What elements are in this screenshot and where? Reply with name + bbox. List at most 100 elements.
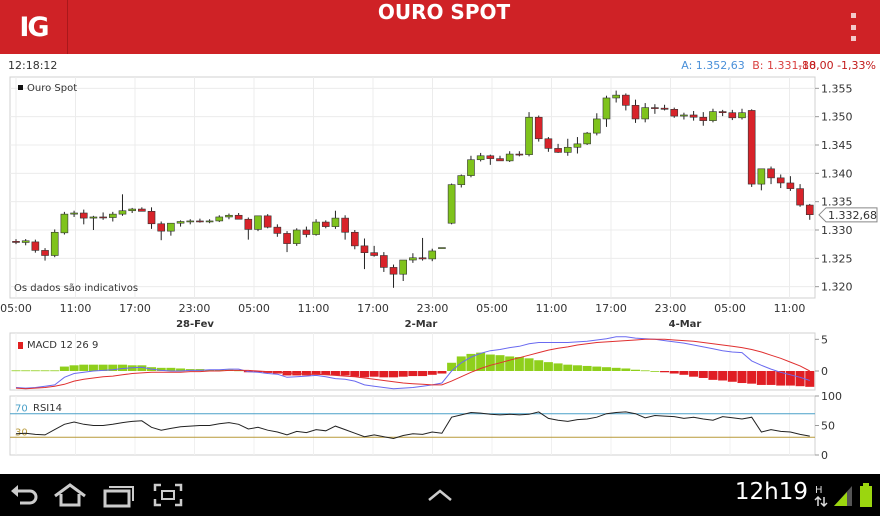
macd-histogram-bar (350, 371, 360, 377)
candle (747, 110, 756, 185)
candle (660, 107, 669, 110)
macd-histogram-bar (534, 360, 544, 371)
macd-histogram-bar (79, 364, 89, 371)
rsi-tick-label: 0 (821, 449, 828, 462)
macd-histogram-bar (689, 371, 699, 377)
candle (128, 208, 136, 212)
macd-legend: MACD 12 26 9 (18, 340, 98, 351)
x-tick-label: 23:00 (417, 302, 449, 315)
svg-text:H: H (815, 485, 823, 496)
candle (12, 241, 20, 243)
candle (273, 226, 282, 234)
macd-histogram-bar (660, 371, 670, 373)
chevron-up-icon[interactable] (425, 482, 455, 508)
macd-histogram-bar (40, 370, 50, 372)
macd-histogram-bar (543, 362, 553, 371)
candle (196, 220, 204, 223)
system-nav-bar: 12h19 H (0, 474, 880, 516)
candle (99, 216, 107, 219)
x-tick-label: 23:00 (655, 302, 687, 315)
candle (805, 204, 814, 215)
macd-histogram-bar (553, 363, 563, 371)
y-tick-label: 1.330 (821, 224, 853, 237)
macd-histogram-bar (679, 371, 689, 375)
macd-histogram-bar (50, 370, 60, 372)
price-chart[interactable]: 05:00 11:00 17:00 23:00 05:00 11:00 17:00 23:00… (0, 74, 880, 464)
candle (167, 222, 175, 232)
macd-histogram-bar (572, 365, 582, 371)
macd-histogram-bar (21, 370, 31, 372)
candle (438, 247, 446, 249)
y-tick-label: 1.345 (821, 139, 853, 152)
candle (31, 241, 40, 251)
macd-histogram-bar (756, 371, 766, 385)
macd-histogram-bar (369, 371, 379, 377)
rsi-legend: RSI14 (33, 403, 62, 414)
candle (79, 212, 88, 219)
candle (254, 215, 262, 230)
candle (447, 184, 456, 224)
y-tick-label: 1.350 (821, 111, 853, 124)
candle (525, 116, 533, 155)
macd-histogram-bar (524, 358, 534, 371)
candle (312, 221, 320, 235)
candle (622, 94, 630, 106)
x-tick-label: 11:00 (536, 302, 568, 315)
candle (544, 138, 553, 149)
candle (225, 214, 233, 218)
macd-histogram-bar (805, 371, 815, 387)
macd-histogram-bar (485, 354, 495, 371)
overflow-menu-icon[interactable] (848, 13, 858, 41)
macd-histogram-bar (563, 364, 573, 371)
candle (399, 259, 408, 275)
macd-histogram-bar (582, 365, 592, 371)
candle (89, 216, 98, 219)
candle (138, 208, 146, 212)
candle (176, 221, 185, 224)
ask-price: A: 1.352,63 (681, 59, 745, 72)
candle (738, 112, 746, 119)
macd-histogram-bar (766, 371, 776, 385)
candle (147, 211, 156, 225)
macd-histogram-bar (379, 371, 389, 378)
x-date-label: 4-Mar (669, 319, 702, 330)
macd-histogram-bar (785, 371, 795, 386)
macd-histogram-bar (621, 368, 631, 371)
candle (670, 109, 679, 117)
candle (476, 155, 485, 161)
x-tick-label: 17:00 (119, 302, 151, 315)
candle (186, 220, 195, 223)
screenshot-icon[interactable] (152, 482, 184, 508)
back-icon[interactable] (8, 482, 40, 508)
y-tick-label: 1.320 (821, 281, 853, 294)
candle (118, 210, 127, 215)
macd-tick-label: 0 (821, 365, 828, 378)
x-tick-label: 11:00 (298, 302, 330, 315)
x-tick-label: 05:00 (476, 302, 508, 315)
macd-histogram-bar (398, 371, 408, 377)
candle (602, 97, 611, 120)
macd-histogram-bar (30, 370, 40, 372)
macd-tick-label: 5 (821, 333, 828, 346)
y-tick-label: 1.340 (821, 167, 853, 180)
battery-icon (860, 483, 872, 507)
x-date-label: 2-Mar (405, 319, 438, 330)
recent-apps-icon[interactable] (102, 482, 136, 508)
candle (583, 132, 591, 145)
candle (321, 221, 330, 227)
candle (612, 94, 620, 99)
macd-histogram-bar (650, 371, 660, 372)
x-date-label: 28-Fev (176, 319, 214, 330)
page-title: OURO SPOT (377, 0, 511, 24)
x-tick-label: 05:00 (0, 302, 32, 315)
signal-strength-icon (834, 486, 852, 506)
home-icon[interactable] (52, 482, 88, 508)
y-tick-label: 1.335 (821, 196, 853, 209)
logo-text: IG (19, 11, 49, 43)
candle (767, 168, 775, 179)
candle (205, 220, 214, 223)
ig-logo[interactable]: IG (0, 0, 68, 54)
candle (757, 168, 766, 185)
candle (283, 233, 291, 244)
x-tick-label: 17:00 (357, 302, 389, 315)
